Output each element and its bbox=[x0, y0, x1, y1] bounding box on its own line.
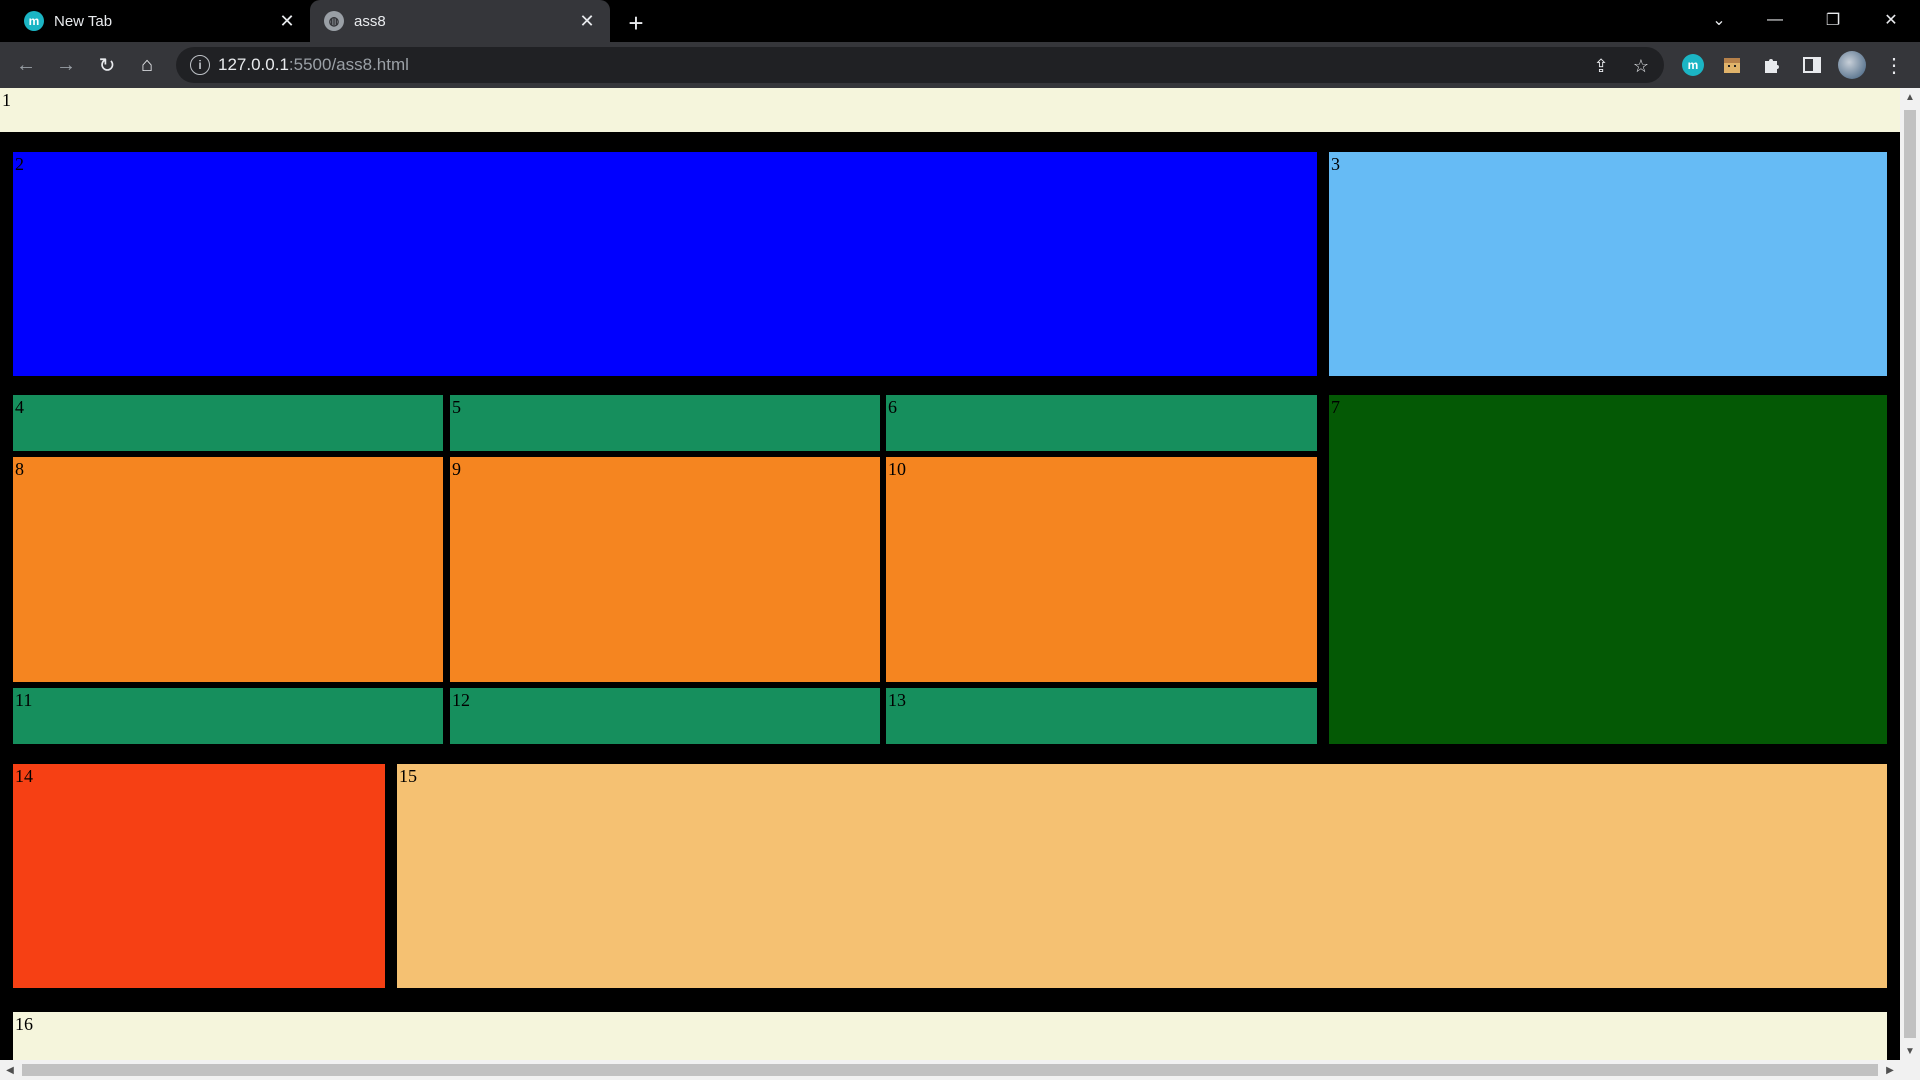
address-bar[interactable]: i 127.0.0.1:5500/ass8.html ⇪ ☆ bbox=[176, 47, 1664, 83]
grid-box-16: 16 bbox=[13, 1012, 1887, 1060]
grid-box-5: 5 bbox=[450, 395, 880, 451]
extension-character-icon[interactable] bbox=[1718, 51, 1746, 79]
horizontal-scrollbar[interactable]: ◀ ▶ bbox=[0, 1060, 1920, 1080]
scroll-up-arrow-icon[interactable]: ▲ bbox=[1900, 88, 1920, 106]
grid-box-13: 13 bbox=[886, 688, 1317, 744]
box-label: 1 bbox=[2, 90, 11, 110]
scroll-right-arrow-icon[interactable]: ▶ bbox=[1880, 1060, 1900, 1080]
box-label: 16 bbox=[15, 1014, 33, 1034]
box-label: 13 bbox=[888, 690, 906, 710]
side-panel-icon[interactable] bbox=[1798, 51, 1826, 79]
grid-box-9: 9 bbox=[450, 457, 880, 682]
forward-arrow-icon[interactable]: → bbox=[50, 49, 82, 81]
grid-box-15: 15 bbox=[397, 764, 1887, 988]
grid-box-2: 2 bbox=[13, 152, 1317, 376]
close-window-button[interactable]: ✕ bbox=[1868, 0, 1914, 40]
m-extension-favicon-icon: m bbox=[24, 11, 44, 31]
new-tab-button[interactable]: + bbox=[622, 8, 650, 38]
globe-icon: ◍ bbox=[324, 11, 344, 31]
box-label: 11 bbox=[15, 690, 33, 710]
m-extension-icon[interactable]: m bbox=[1682, 54, 1704, 76]
tab-label: ass8 bbox=[354, 12, 386, 30]
box-label: 2 bbox=[15, 154, 24, 174]
profile-avatar[interactable] bbox=[1838, 51, 1866, 79]
box-label: 12 bbox=[452, 690, 470, 710]
box-label: 8 bbox=[15, 459, 24, 479]
puzzle-extensions-icon[interactable] bbox=[1758, 51, 1786, 79]
box-label: 15 bbox=[399, 766, 417, 786]
grid-box-12: 12 bbox=[450, 688, 880, 744]
box-label: 4 bbox=[15, 397, 24, 417]
grid-box-6: 6 bbox=[886, 395, 1317, 451]
tab-search-icon[interactable]: ⌄ bbox=[1696, 0, 1742, 40]
tab-label: New Tab bbox=[54, 12, 113, 30]
url-text[interactable]: 127.0.0.1:5500/ass8.html bbox=[218, 55, 409, 75]
url-host: 127.0.0.1 bbox=[218, 55, 289, 74]
grid-box-7: 7 bbox=[1329, 395, 1887, 744]
box-label: 3 bbox=[1331, 154, 1340, 174]
tab-ass8[interactable]: ◍ ass8 ✕ bbox=[310, 0, 610, 42]
scroll-left-arrow-icon[interactable]: ◀ bbox=[0, 1060, 20, 1080]
browser-chrome: m New Tab ✕ ◍ ass8 ✕ + ⌄ — ❐ ✕ ← → ↻ ⌂ i… bbox=[0, 0, 1920, 88]
star-icon[interactable]: ☆ bbox=[1628, 53, 1654, 79]
grid-box-3: 3 bbox=[1329, 152, 1887, 376]
kebab-menu-icon[interactable]: ⋮ bbox=[1880, 51, 1908, 79]
browser-toolbar: ← → ↻ ⌂ i 127.0.0.1:5500/ass8.html ⇪ ☆ m… bbox=[0, 42, 1920, 88]
back-arrow-icon[interactable]: ← bbox=[10, 49, 42, 81]
tab-new-tab[interactable]: m New Tab ✕ bbox=[10, 0, 310, 42]
grid-box-14: 14 bbox=[13, 764, 385, 988]
box-label: 7 bbox=[1331, 397, 1340, 417]
horizontal-scroll-thumb[interactable] bbox=[22, 1064, 1878, 1076]
grid-box-8: 8 bbox=[13, 457, 443, 682]
page-viewport: 1 2 3 4 5 6 7 8 9 10 11 12 13 14 15 16 bbox=[0, 88, 1900, 1060]
restore-button[interactable]: ❐ bbox=[1810, 0, 1856, 40]
box-label: 10 bbox=[888, 459, 906, 479]
box-label: 5 bbox=[452, 397, 461, 417]
site-info-icon[interactable]: i bbox=[190, 55, 210, 75]
minimize-button[interactable]: — bbox=[1752, 0, 1798, 40]
url-path: :5500/ass8.html bbox=[288, 55, 409, 74]
box-label: 9 bbox=[452, 459, 461, 479]
reload-icon[interactable]: ↻ bbox=[91, 49, 123, 81]
tab-strip: m New Tab ✕ ◍ ass8 ✕ + ⌄ — ❐ ✕ bbox=[0, 0, 1920, 42]
box-label: 14 bbox=[15, 766, 33, 786]
grid-box-10: 10 bbox=[886, 457, 1317, 682]
grid-box-1: 1 bbox=[0, 88, 1900, 132]
close-icon[interactable]: ✕ bbox=[576, 10, 598, 32]
grid-box-4: 4 bbox=[13, 395, 443, 451]
vertical-scroll-thumb[interactable] bbox=[1904, 110, 1916, 1038]
close-icon[interactable]: ✕ bbox=[276, 10, 298, 32]
vertical-scrollbar[interactable]: ▲ ▼ bbox=[1900, 88, 1920, 1060]
grid-box-11: 11 bbox=[13, 688, 443, 744]
home-icon[interactable]: ⌂ bbox=[131, 49, 163, 81]
box-label: 6 bbox=[888, 397, 897, 417]
share-icon[interactable]: ⇪ bbox=[1588, 53, 1614, 79]
scroll-down-arrow-icon[interactable]: ▼ bbox=[1900, 1042, 1920, 1060]
